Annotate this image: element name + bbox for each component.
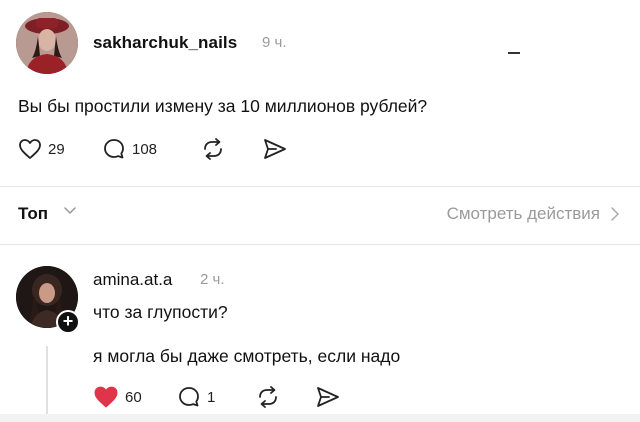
comment-icon xyxy=(179,387,199,407)
reply-comment-count: 1 xyxy=(207,388,216,406)
heart-icon xyxy=(19,139,41,159)
reply-share-button[interactable] xyxy=(315,382,341,412)
comment-count: 108 xyxy=(132,140,158,158)
reply-actions: 60 1 xyxy=(93,382,393,412)
sort-dropdown-label[interactable]: Топ xyxy=(18,204,48,224)
bottom-strip xyxy=(0,414,640,422)
post-header: sakharchuk_nails 9 ч. xyxy=(0,0,640,85)
reply-item: + amina.at.a 2 ч. что за глупости? я мог… xyxy=(0,250,640,422)
follow-plus-icon[interactable]: + xyxy=(56,310,80,334)
share-button[interactable] xyxy=(262,134,288,164)
heart-filled-icon xyxy=(94,386,118,408)
share-icon xyxy=(317,387,339,407)
reply-comment-button[interactable]: 1 xyxy=(177,382,215,412)
thread-line xyxy=(46,346,48,422)
reply-like-count: 60 xyxy=(125,388,142,406)
like-count: 29 xyxy=(48,140,65,158)
reply-like-button[interactable]: 60 xyxy=(93,382,142,412)
repost-icon xyxy=(204,138,222,160)
divider-mark xyxy=(508,52,520,54)
post-actions: 29 108 xyxy=(18,134,318,164)
post-time: 9 ч. xyxy=(262,34,287,51)
share-icon xyxy=(264,139,286,159)
section-divider xyxy=(0,244,640,245)
comment-icon xyxy=(104,139,124,159)
repost-icon xyxy=(259,386,277,408)
reply-author-username[interactable]: amina.at.a xyxy=(93,270,172,290)
author-avatar[interactable] xyxy=(16,12,78,74)
reply-text: что за глупости? xyxy=(93,302,228,322)
reply-repost-button[interactable] xyxy=(255,382,281,412)
like-button[interactable]: 29 xyxy=(18,134,65,164)
chevron-down-icon[interactable] xyxy=(64,206,76,216)
reply-time: 2 ч. xyxy=(200,271,225,288)
replies-sort-bar: Топ Смотреть действия xyxy=(0,196,640,232)
post-text: Вы бы простили измену за 10 миллионов ру… xyxy=(18,96,428,116)
repost-button[interactable] xyxy=(200,134,226,164)
section-divider xyxy=(0,186,640,187)
view-actions-link[interactable]: Смотреть действия xyxy=(447,204,600,224)
comment-button[interactable]: 108 xyxy=(102,134,157,164)
chevron-right-icon[interactable] xyxy=(610,207,620,221)
reply-text-continued: я могла бы даже смотреть, если надо xyxy=(93,346,401,366)
author-username[interactable]: sakharchuk_nails xyxy=(93,33,237,53)
